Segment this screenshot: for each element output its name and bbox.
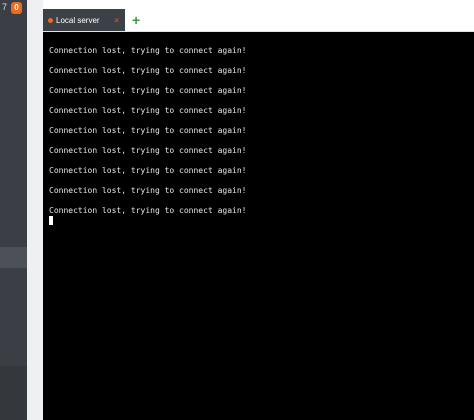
console-line: Connection lost, trying to connect again…: [49, 46, 247, 55]
sidebar: 7 0: [0, 0, 27, 420]
tab-bar: Local server × +: [43, 9, 474, 32]
close-tab-icon[interactable]: ×: [114, 16, 119, 25]
console-line: Connection lost, trying to connect again…: [49, 206, 247, 215]
console-line: Connection lost, trying to connect again…: [49, 146, 247, 155]
tab-label: Local server: [56, 15, 100, 25]
tab-local-server[interactable]: Local server ×: [43, 9, 125, 31]
add-tab-icon[interactable]: +: [132, 11, 140, 29]
notification-badge[interactable]: 0: [11, 1, 22, 14]
console-line: Connection lost, trying to connect again…: [49, 66, 247, 75]
console-line: Connection lost, trying to connect again…: [49, 106, 247, 115]
connection-status-icon: [48, 17, 53, 23]
terminal-console[interactable]: Connection lost, trying to connect again…: [43, 32, 474, 420]
console-line: Connection lost, trying to connect again…: [49, 126, 247, 135]
sidebar-selected-item[interactable]: [0, 247, 27, 268]
counter-text: 7: [1, 2, 7, 12]
text-cursor: [49, 216, 53, 225]
app-window: 7 0 Local server × + Connection lost, tr…: [0, 0, 474, 420]
console-line: Connection lost, trying to connect again…: [49, 186, 247, 195]
console-line: Connection lost, trying to connect again…: [49, 166, 247, 175]
sidebar-gutter: [27, 0, 43, 420]
sidebar-counter: 7 0: [0, 0, 22, 14]
console-line: Connection lost, trying to connect again…: [49, 86, 247, 95]
terminal-panel: Local server × + Connection lost, trying…: [43, 9, 474, 420]
sidebar-footer: [0, 366, 27, 420]
